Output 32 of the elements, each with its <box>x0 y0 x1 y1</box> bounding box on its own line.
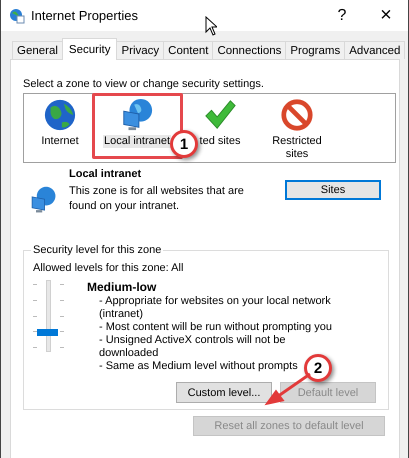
step-badge: 2 <box>304 354 332 382</box>
level-description: - Same as Medium level without prompts <box>99 360 298 373</box>
window-title: Internet Properties <box>31 8 138 23</box>
zone-item[interactable]: ted sites <box>198 135 242 148</box>
slider-thumb[interactable] <box>37 329 58 336</box>
custom-level-button[interactable]: Custom level... <box>176 382 272 403</box>
instruction-text: Select a zone to view or change security settings. <box>23 78 265 90</box>
check-icon <box>203 98 237 132</box>
level-name: Medium-low <box>87 280 158 294</box>
globe-icon <box>43 98 77 132</box>
no-entry-icon <box>280 98 314 132</box>
group-title: Security level for this zone <box>32 244 162 256</box>
level-description: - Appropriate for websites on your local network (intranet) <box>99 295 332 321</box>
zone-item[interactable]: Internet <box>40 135 80 148</box>
close-button[interactable]: × <box>364 0 408 30</box>
tab[interactable]: General <box>12 41 63 59</box>
zone-item[interactable]: Restricted sites <box>262 135 332 161</box>
tab[interactable]: Security <box>62 38 118 60</box>
tab[interactable]: Programs <box>285 41 346 59</box>
sites-button[interactable]: Sites <box>285 180 381 200</box>
zone-title: Local intranet <box>69 168 142 180</box>
zone-description: This zone is for all websites that are found on your intranet. <box>69 184 245 214</box>
computer-globe-icon <box>29 186 57 214</box>
globe-icon <box>9 8 25 24</box>
step-badge: 1 <box>170 130 198 158</box>
tab[interactable]: Advanced <box>344 41 406 59</box>
allowed-levels-text: Allowed levels for this zone: All <box>33 262 184 274</box>
level-description: - Unsigned ActiveX controls will not be downloaded <box>99 334 286 360</box>
help-button[interactable]: ? <box>320 0 364 30</box>
zone-item[interactable]: Local intranet <box>102 135 172 148</box>
tab[interactable]: Privacy <box>116 41 164 59</box>
level-description: - Most content will be run without prompting you <box>99 321 332 334</box>
